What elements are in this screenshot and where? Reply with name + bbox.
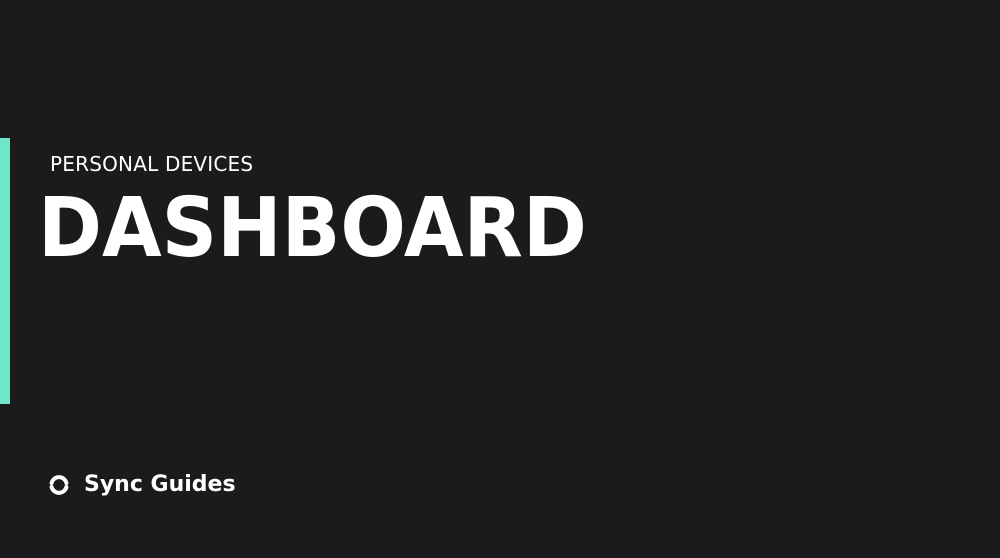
brand-name: Sync Guides: [84, 472, 236, 497]
page-subtitle: PERSONAL DEVICES: [50, 152, 254, 176]
brand: Sync Guides: [48, 470, 236, 500]
sync-logo-icon: [48, 474, 70, 496]
page-title: DASHBOARD: [38, 181, 587, 276]
accent-bar: [0, 138, 10, 404]
